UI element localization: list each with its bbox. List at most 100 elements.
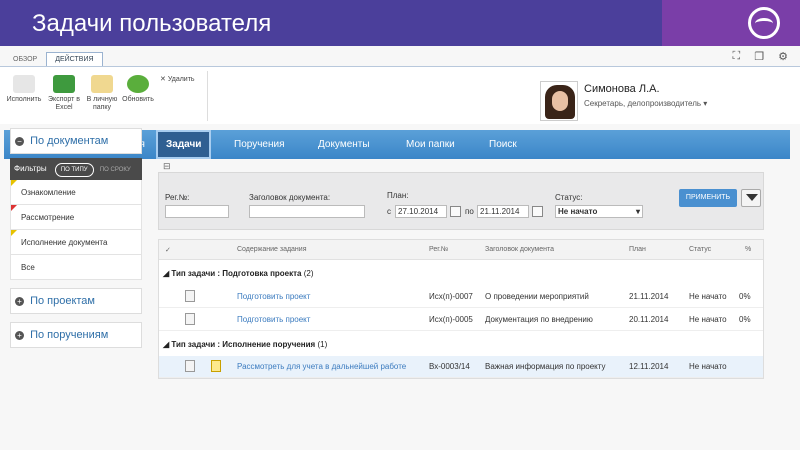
status-select[interactable]: Не начато ▾ bbox=[555, 205, 643, 218]
sidebar-by-projects[interactable]: + По проектам bbox=[10, 288, 142, 314]
group-header[interactable]: ◢ Тип задачи : Исполнение поручения (1) bbox=[163, 340, 327, 349]
sidebar-item-label: Рассмотрение bbox=[21, 213, 75, 222]
col-check[interactable]: ✓ bbox=[165, 246, 171, 254]
nav-my-folders[interactable]: Мои папки bbox=[398, 130, 463, 159]
nav-documents[interactable]: Документы bbox=[310, 130, 378, 159]
refresh-button[interactable]: Обновить bbox=[118, 75, 158, 104]
task-link[interactable]: Подготовить проект bbox=[237, 315, 310, 324]
refresh-icon bbox=[127, 75, 149, 93]
col-content[interactable]: Содержание задания bbox=[237, 246, 307, 253]
sidebar-item-label: Исполнение документа bbox=[21, 238, 108, 247]
date-from-input[interactable]: 27.10.2014 bbox=[395, 205, 447, 218]
table-row[interactable]: Подготовить проект Исх(п)-0005 Документа… bbox=[159, 309, 763, 331]
ribbon: Исполнить Экспорт в Excel В личную папку… bbox=[0, 66, 800, 124]
task-link[interactable]: Рассмотреть для учета в дальнейшей работ… bbox=[237, 362, 406, 371]
sidebar-item-execution[interactable]: Исполнение документа bbox=[10, 230, 142, 255]
funnel-icon[interactable] bbox=[741, 189, 761, 207]
delete-label: Удалить bbox=[167, 76, 195, 83]
status-label: Статус: bbox=[555, 193, 583, 202]
sidebar-by-documents[interactable]: − По документам bbox=[10, 128, 142, 154]
ribbon-tabs: ОБЗОР ДЕЙСТВИЯ bbox=[4, 52, 103, 66]
calendar-icon[interactable] bbox=[450, 206, 461, 217]
plan-date: 20.11.2014 bbox=[629, 315, 669, 324]
nav-orders[interactable]: Поручения bbox=[226, 130, 293, 159]
col-plan[interactable]: План bbox=[629, 246, 646, 253]
sidebar-item-label: Ознакомление bbox=[21, 188, 76, 197]
slide-title: Задачи пользователя bbox=[32, 10, 272, 37]
export-excel-button[interactable]: Экспорт в Excel bbox=[44, 75, 84, 112]
tab-overview[interactable]: ОБЗОР bbox=[4, 52, 46, 66]
to-label: по bbox=[465, 207, 474, 216]
plus-circle-icon: + bbox=[15, 296, 24, 306]
grid-header: ✓ Содержание задания Рег.№ Заголовок док… bbox=[159, 240, 763, 260]
col-doc-title[interactable]: Заголовок документа bbox=[485, 246, 554, 253]
logo-icon bbox=[748, 7, 780, 39]
plan-date: 21.11.2014 bbox=[629, 292, 669, 301]
date-to-input[interactable]: 21.11.2014 bbox=[477, 205, 529, 218]
task-link[interactable]: Подготовить проект bbox=[237, 292, 310, 301]
filter-panel: ⊟ Рег.№: Заголовок документа: План: с 27… bbox=[158, 161, 764, 230]
percent: 0% bbox=[739, 292, 751, 301]
nav-tasks[interactable]: Задачи bbox=[156, 130, 212, 159]
delete-button[interactable]: ✕ Удалить bbox=[160, 75, 195, 83]
personal-folder-button[interactable]: В личную папку bbox=[82, 75, 122, 112]
sidebar-by-orders[interactable]: + По поручениям bbox=[10, 322, 142, 348]
col-reg[interactable]: Рег.№ bbox=[429, 246, 448, 253]
corner-marker bbox=[11, 205, 17, 211]
avatar bbox=[540, 81, 578, 121]
sidebar-item-all[interactable]: Все bbox=[10, 255, 142, 280]
status: Не начато bbox=[689, 292, 727, 301]
corner-marker bbox=[11, 180, 17, 186]
user-role[interactable]: Секретарь, делопроизводитель ▾ bbox=[584, 99, 744, 108]
reg-number: Исх(п)-0005 bbox=[429, 315, 473, 324]
sidebar-item-familiarization[interactable]: Ознакомление bbox=[10, 180, 142, 205]
close-icon: ✕ bbox=[160, 76, 166, 83]
sidebar-item-label: Все bbox=[21, 263, 35, 272]
table-row[interactable]: Подготовить проект Исх(п)-0007 О проведе… bbox=[159, 286, 763, 308]
execute-button[interactable]: Исполнить bbox=[4, 75, 44, 104]
folder-icon bbox=[91, 75, 113, 93]
execute-label: Исполнить bbox=[6, 96, 42, 103]
ribbon-divider bbox=[207, 71, 208, 121]
sidebar-by-documents-label: По документам bbox=[30, 135, 109, 147]
fullscreen-icon[interactable]: ⛶ bbox=[733, 50, 741, 63]
nav-search[interactable]: Поиск bbox=[481, 130, 525, 159]
refresh-label: Обновить bbox=[122, 96, 154, 103]
group-header[interactable]: ◢ Тип задачи : Подготовка проекта (2) bbox=[163, 269, 314, 278]
reg-label: Рег.№: bbox=[165, 193, 190, 202]
group-count: (2) bbox=[303, 269, 314, 278]
group-label: Тип задачи : Исполнение поручения bbox=[171, 340, 316, 349]
gear-icon[interactable]: ⚙ bbox=[778, 50, 788, 63]
filter-by-deadline[interactable]: ПО СРОКУ bbox=[100, 167, 131, 173]
tasks-grid: ✓ Содержание задания Рег.№ Заголовок док… bbox=[158, 239, 764, 379]
table-row[interactable]: Рассмотреть для учета в дальнейшей работ… bbox=[159, 356, 763, 378]
sidebar-item-review[interactable]: Рассмотрение bbox=[10, 205, 142, 230]
chevron-down-icon: ▾ bbox=[703, 99, 708, 108]
plus-circle-icon: + bbox=[15, 330, 24, 340]
doc-title-label: Заголовок документа: bbox=[249, 193, 331, 202]
document-icon bbox=[185, 360, 195, 372]
calendar-icon[interactable] bbox=[532, 206, 543, 217]
doc-title-input[interactable] bbox=[249, 205, 365, 218]
excel-icon bbox=[53, 75, 75, 93]
plan-date: 12.11.2014 bbox=[629, 362, 669, 371]
collapse-icon[interactable]: ⊟ bbox=[163, 161, 171, 172]
col-status[interactable]: Статус bbox=[689, 246, 711, 253]
sidebar-by-orders-label: По поручениям bbox=[30, 329, 109, 341]
windows-icon[interactable]: ❐ bbox=[754, 50, 764, 63]
reg-input[interactable] bbox=[165, 205, 229, 218]
reg-number: Вх-0003/14 bbox=[429, 362, 470, 371]
corner-marker bbox=[11, 230, 17, 236]
status: Не начато bbox=[689, 315, 727, 324]
minus-circle-icon: − bbox=[15, 136, 24, 146]
window-controls: ⛶ ❐ ⚙ bbox=[733, 50, 788, 63]
apply-button[interactable]: ПРИМЕНИТЬ bbox=[679, 189, 737, 207]
col-percent[interactable]: % bbox=[745, 246, 751, 253]
tab-actions[interactable]: ДЕЙСТВИЯ bbox=[46, 52, 103, 66]
filter-by-type[interactable]: ПО ТИПУ bbox=[54, 163, 94, 177]
export-excel-label: Экспорт в Excel bbox=[48, 96, 80, 111]
user-role-label: Секретарь, делопроизводитель bbox=[584, 99, 702, 108]
status: Не начато bbox=[689, 362, 727, 371]
plan-label: План: bbox=[387, 191, 409, 200]
document-icon bbox=[185, 290, 195, 302]
